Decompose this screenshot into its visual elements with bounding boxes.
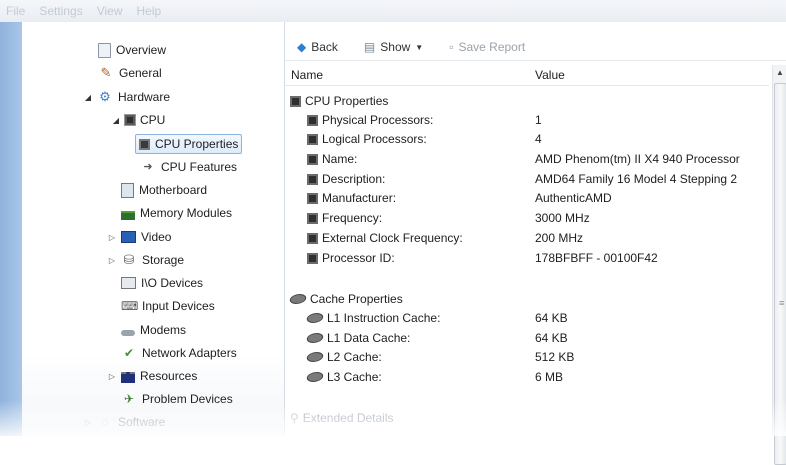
- menu-help[interactable]: Help: [137, 4, 162, 18]
- software-icon: ◌: [101, 415, 109, 429]
- tree-item-memory-modules[interactable]: Memory Modules: [121, 203, 232, 223]
- cache-icon: [305, 313, 325, 323]
- back-button[interactable]: ◆ Back: [297, 40, 338, 54]
- modem-icon: [121, 329, 135, 336]
- table-row[interactable]: L1 Data Cache: 64 KB: [285, 329, 765, 347]
- menu-settings[interactable]: Settings: [39, 4, 82, 18]
- column-name[interactable]: Name: [291, 68, 323, 82]
- table-row[interactable]: External Clock Frequency: 200 MHz: [285, 229, 765, 247]
- grip-icon: ≡: [779, 298, 785, 308]
- tree-item-storage[interactable]: ▷ ⛁ Storage: [108, 250, 184, 270]
- menu-view[interactable]: View: [97, 4, 123, 18]
- gear-icon: ✎: [100, 65, 112, 80]
- table-row[interactable]: Frequency: 3000 MHz: [285, 209, 765, 227]
- collapse-arrow-icon[interactable]: ◢: [84, 93, 92, 102]
- tree-item-cpu-features[interactable]: ➜ CPU Features: [140, 157, 237, 177]
- chip-icon: [307, 232, 318, 244]
- problem-devices-icon: ✈: [123, 392, 135, 406]
- column-header: Name Value: [285, 65, 769, 86]
- column-value[interactable]: Value: [535, 68, 565, 82]
- network-icon: ✔: [123, 346, 135, 360]
- video-icon: [121, 231, 136, 243]
- expand-arrow-icon[interactable]: ▷: [108, 372, 116, 381]
- tree-item-cpu-properties[interactable]: CPU Properties: [135, 134, 243, 154]
- chip-icon: [139, 138, 150, 150]
- tree-item-general[interactable]: ✎ General: [98, 63, 162, 83]
- cache-icon: [305, 333, 325, 343]
- arrow-icon: ➜: [143, 161, 153, 173]
- vertical-scrollbar[interactable]: ▲ ≡: [772, 65, 786, 465]
- table-row[interactable]: Physical Processors: 1: [285, 111, 765, 129]
- table-row[interactable]: Description: AMD64 Family 16 Model 4 Ste…: [285, 170, 765, 188]
- table-row[interactable]: L1 Instruction Cache: 64 KB: [285, 309, 765, 327]
- chip-icon: [307, 133, 318, 145]
- io-devices-icon: [121, 277, 136, 289]
- table-row[interactable]: Processor ID: 178BFBFF - 00100F42: [285, 249, 765, 267]
- cache-icon: [288, 294, 308, 304]
- chip-icon: [307, 192, 318, 204]
- search-icon: ⚲: [290, 411, 299, 425]
- tree-item-cpu[interactable]: ◢ CPU: [112, 110, 165, 130]
- toolbar: ◆ Back ▤ Show ▼ ▫ Save Report: [285, 34, 786, 61]
- tree-item-overview[interactable]: Overview: [98, 40, 166, 60]
- table-row[interactable]: Name: AMD Phenom(tm) II X4 940 Processor: [285, 150, 765, 168]
- tree-item-modems[interactable]: Modems: [121, 320, 186, 340]
- scroll-up-arrow-icon[interactable]: ▲: [773, 65, 786, 81]
- chip-icon: [290, 95, 301, 107]
- storage-icon: ⛁: [123, 252, 135, 267]
- chip-icon: [307, 114, 318, 126]
- show-button[interactable]: ▤ Show ▼: [364, 40, 423, 54]
- scrollbar-thumb[interactable]: ≡: [774, 83, 786, 465]
- tree-item-software[interactable]: ▷ ◌ Software: [84, 412, 165, 432]
- tree-item-problem-devices[interactable]: ✈ Problem Devices: [121, 389, 233, 409]
- memory-icon: [121, 210, 135, 220]
- chevron-down-icon: ▼: [415, 42, 424, 52]
- chip-icon: [307, 212, 318, 224]
- collapse-arrow-icon[interactable]: ◢: [112, 116, 120, 125]
- hardware-icon: ⚙: [99, 89, 111, 104]
- tree-item-network-adapters[interactable]: ✔ Network Adapters: [121, 343, 237, 363]
- navigation-tree: Overview ✎ General ◢ ⚙ Hardware ◢ CPU CP…: [22, 22, 285, 436]
- table-row[interactable]: Manufacturer: AuthenticAMD: [285, 189, 765, 207]
- expand-arrow-icon[interactable]: ▷: [84, 418, 92, 427]
- expand-arrow-icon[interactable]: ▷: [108, 256, 116, 265]
- table-row[interactable]: L2 Cache: 512 KB: [285, 348, 765, 366]
- tree-item-input-devices[interactable]: ⌨ Input Devices: [121, 296, 215, 316]
- menubar: File Settings View Help: [0, 0, 786, 22]
- save-icon: ▫: [449, 40, 454, 54]
- tree-item-video[interactable]: ▷ Video: [108, 227, 172, 247]
- back-arrow-icon: ◆: [297, 40, 307, 54]
- resources-icon: [121, 372, 135, 383]
- tree-item-motherboard[interactable]: Motherboard: [121, 180, 207, 200]
- chip-icon: [124, 114, 136, 126]
- cache-icon: [305, 352, 325, 362]
- details-panel: ◆ Back ▤ Show ▼ ▫ Save Report Name Value…: [285, 22, 786, 465]
- cache-icon: [305, 372, 325, 382]
- table-row[interactable]: Logical Processors: 4: [285, 130, 765, 148]
- save-report-button[interactable]: ▫ Save Report: [449, 40, 525, 54]
- chip-icon: [307, 153, 318, 165]
- menu-file[interactable]: File: [6, 4, 25, 18]
- chip-icon: [307, 252, 318, 264]
- tree-item-hardware[interactable]: ◢ ⚙ Hardware: [84, 87, 170, 107]
- chip-icon: [307, 173, 318, 185]
- tree-item-io-devices[interactable]: I\O Devices: [121, 273, 203, 293]
- document-icon: ▤: [363, 40, 376, 54]
- left-accent-strip: [0, 22, 22, 436]
- table-row[interactable]: L3 Cache: 6 MB: [285, 368, 765, 386]
- motherboard-icon: [121, 182, 134, 198]
- tree-item-resources[interactable]: ▷ Resources: [108, 366, 197, 386]
- expand-arrow-icon[interactable]: ▷: [108, 233, 116, 242]
- input-devices-icon: ⌨: [121, 299, 139, 313]
- document-icon: [98, 42, 111, 58]
